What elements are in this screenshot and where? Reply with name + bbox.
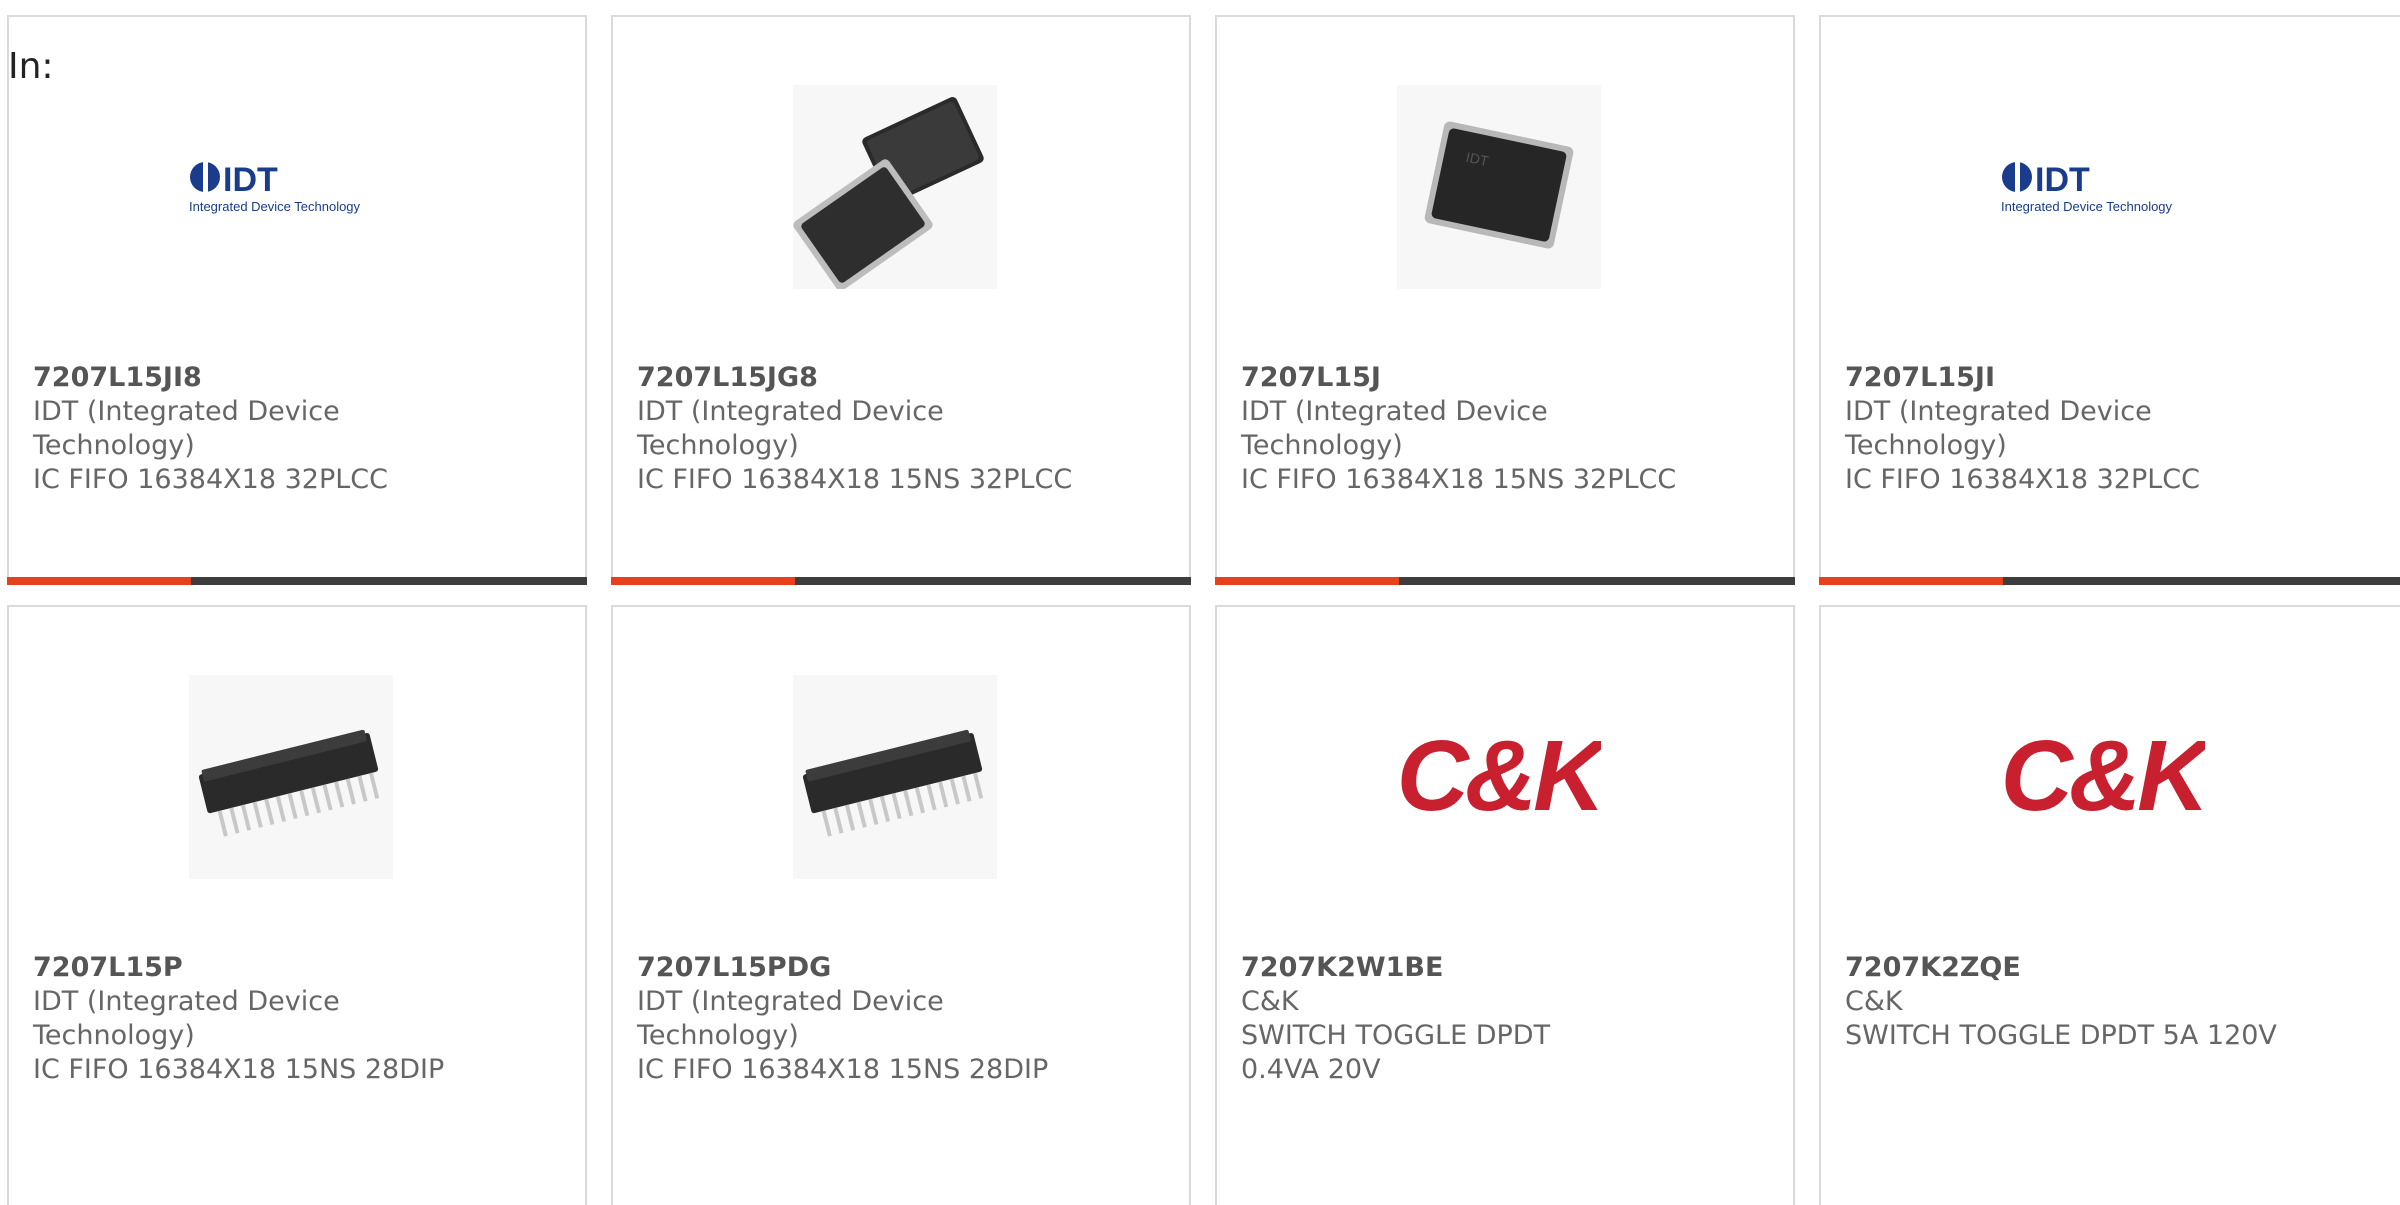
product-description: IC FIFO 16384X18 15NS 32PLCC (1241, 464, 1677, 495)
part-number-link[interactable]: 7207L15P (33, 951, 561, 985)
ck-logo-image: C&K (2001, 675, 2205, 879)
svg-text:IDT: IDT (2035, 161, 2090, 199)
card-bottom-bar (1819, 577, 2400, 585)
product-card[interactable]: 7207L15JG8 IDT (Integrated Device Techno… (611, 15, 1191, 585)
svg-text:Integrated Device Technology: Integrated Device Technology (2001, 199, 2173, 214)
card-bottom-bar (611, 577, 1191, 585)
card-accent-bar (1819, 577, 2003, 585)
part-number-link[interactable]: 7207L15J (1241, 361, 1769, 395)
part-number-link[interactable]: 7207L15JI (1845, 361, 2383, 395)
dip-chip-image (189, 675, 393, 879)
svg-text:IDT: IDT (223, 161, 278, 199)
manufacturer-name: IDT (Integrated Device Technology) (637, 986, 944, 1051)
product-description: IC FIFO 16384X18 15NS 32PLCC (637, 464, 1073, 495)
manufacturer-name: IDT (Integrated Device Technology) (33, 986, 340, 1051)
part-number-link[interactable]: 7207K2ZQE (1845, 951, 2383, 985)
product-description: IC FIFO 16384X18 15NS 28DIP (33, 1054, 445, 1085)
part-number-link[interactable]: 7207L15PDG (637, 951, 1165, 985)
plcc-chip-image: IDT (1397, 85, 1601, 289)
product-description: IC FIFO 16384X18 15NS 28DIP (637, 1054, 1049, 1085)
product-card[interactable]: IDT 7207L15J IDT (Integrated Device Tech… (1215, 15, 1795, 585)
card-accent-bar (7, 577, 191, 585)
idt-logo-image: IDT Integrated Device Technology (189, 85, 393, 289)
product-description: IC FIFO 16384X18 32PLCC (1845, 464, 2200, 495)
manufacturer-name: IDT (Integrated Device Technology) (1241, 396, 1548, 461)
part-number-link[interactable]: 7207L15JI8 (33, 361, 561, 395)
product-description: SWITCH TOGGLE DPDT 5A 120V (1845, 1020, 2277, 1051)
manufacturer-name: C&K (1241, 986, 1299, 1017)
filter-label: In: (8, 46, 54, 87)
svg-text:Integrated Device Technology: Integrated Device Technology (189, 199, 361, 214)
product-grid: IDT Integrated Device Technology 7207L15… (0, 0, 2400, 1205)
product-card[interactable]: C&K 7207K2W1BE C&K SWITCH TOGGLE DPDT 0.… (1215, 605, 1795, 1205)
manufacturer-name: IDT (Integrated Device Technology) (33, 396, 340, 461)
product-description: SWITCH TOGGLE DPDT 0.4VA 20V (1241, 1020, 1551, 1085)
product-card[interactable]: 7207L15PDG IDT (Integrated Device Techno… (611, 605, 1191, 1205)
ck-logo-image: C&K (1397, 675, 1601, 879)
svg-text:C&K: C&K (2001, 722, 2205, 832)
manufacturer-name: C&K (1845, 986, 1903, 1017)
manufacturer-name: IDT (Integrated Device Technology) (637, 396, 944, 461)
product-description: IC FIFO 16384X18 32PLCC (33, 464, 388, 495)
svg-text:C&K: C&K (1397, 722, 1601, 832)
product-card[interactable]: IDT Integrated Device Technology 7207L15… (7, 15, 587, 585)
manufacturer-name: IDT (Integrated Device Technology) (1845, 396, 2152, 461)
part-number-link[interactable]: 7207L15JG8 (637, 361, 1165, 395)
card-bottom-bar (1215, 577, 1795, 585)
idt-logo-image: IDT Integrated Device Technology (2001, 85, 2205, 289)
product-card[interactable]: IDT Integrated Device Technology 7207L15… (1819, 15, 2400, 585)
card-bottom-bar (7, 577, 587, 585)
part-number-link[interactable]: 7207K2W1BE (1241, 951, 1769, 985)
product-card[interactable]: 7207L15P IDT (Integrated Device Technolo… (7, 605, 587, 1205)
dip-chip-image (793, 675, 997, 879)
card-accent-bar (1215, 577, 1399, 585)
product-card[interactable]: C&K 7207K2ZQE C&K SWITCH TOGGLE DPDT 5A … (1819, 605, 2400, 1205)
card-accent-bar (611, 577, 795, 585)
plcc-chips-image (793, 85, 997, 289)
